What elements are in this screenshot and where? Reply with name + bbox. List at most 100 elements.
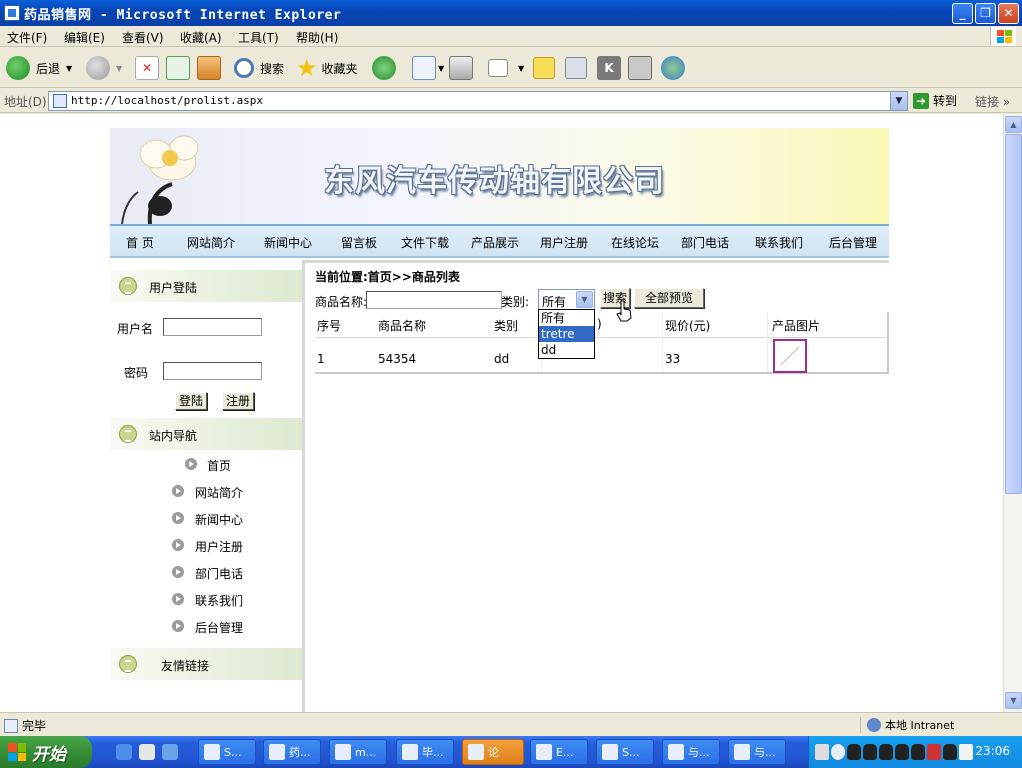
nav-news[interactable]: 新闻中心 bbox=[264, 234, 312, 251]
category-select[interactable]: 所有 ▼ bbox=[538, 289, 595, 310]
category-option-all[interactable]: 所有 bbox=[539, 310, 594, 326]
nav-contact[interactable]: 联系我们 bbox=[755, 234, 803, 251]
home-button[interactable] bbox=[197, 54, 221, 82]
menu-help[interactable]: 帮助(H) bbox=[296, 29, 338, 46]
desktop-quicklaunch-icon[interactable] bbox=[139, 744, 155, 760]
contacts-button[interactable] bbox=[661, 54, 685, 82]
qq-penguin-icon[interactable] bbox=[943, 744, 957, 760]
scroll-up-icon[interactable]: ▲ bbox=[1005, 116, 1022, 133]
start-button[interactable]: 开始 bbox=[0, 736, 92, 768]
chevron-down-icon[interactable]: ▼ bbox=[890, 92, 907, 110]
go-button[interactable]: ➜ 转到 bbox=[913, 92, 957, 109]
media-quicklaunch-icon[interactable] bbox=[162, 744, 178, 760]
qq-penguin-icon[interactable] bbox=[879, 744, 893, 760]
preview-all-button[interactable]: 全部预览 bbox=[634, 288, 704, 308]
history-button[interactable] bbox=[372, 54, 396, 82]
nav-home[interactable]: 首 页 bbox=[126, 234, 154, 251]
vertical-scrollbar[interactable]: ▲ ▼ bbox=[1003, 114, 1022, 712]
arrow-bullet-icon bbox=[185, 458, 197, 470]
taskbar-item[interactable]: 与... bbox=[728, 739, 786, 765]
taskbar-item[interactable]: E... bbox=[530, 739, 588, 765]
chevron-down-icon[interactable]: ▼ bbox=[576, 291, 593, 308]
taskbar-item[interactable]: m... bbox=[329, 739, 387, 765]
address-bar: 地址(D) http://localhost/prolist.aspx ▼ ➜ … bbox=[0, 89, 1022, 113]
research-button[interactable] bbox=[628, 54, 652, 82]
category-option-dd[interactable]: dd bbox=[539, 342, 594, 358]
qq-penguin-icon[interactable] bbox=[863, 744, 877, 760]
nav-guestbook[interactable]: 留言板 bbox=[341, 234, 377, 251]
side-nav-item-register[interactable]: 用户注册 bbox=[110, 536, 302, 556]
edit-icon bbox=[488, 59, 508, 77]
messenger-button[interactable] bbox=[565, 54, 587, 82]
qq-penguin-icon[interactable] bbox=[847, 744, 861, 760]
clock[interactable]: 23:06 bbox=[975, 744, 1010, 758]
menu-view[interactable]: 查看(V) bbox=[122, 29, 164, 46]
product-name-input[interactable] bbox=[366, 291, 502, 309]
forward-button[interactable]: ▼ bbox=[86, 54, 122, 82]
tool-k-button[interactable]: K bbox=[597, 54, 621, 82]
stop-button[interactable]: ✕ bbox=[135, 54, 159, 82]
menu-edit[interactable]: 编辑(E) bbox=[64, 29, 105, 46]
cell-name[interactable]: 54354 bbox=[378, 352, 416, 366]
edit-button[interactable]: ▼ bbox=[488, 54, 524, 82]
address-url[interactable]: http://localhost/prolist.aspx bbox=[71, 94, 263, 107]
chevron-down-icon[interactable]: ▼ bbox=[438, 64, 444, 73]
password-input[interactable] bbox=[163, 362, 262, 380]
nav-admin[interactable]: 后台管理 bbox=[829, 234, 877, 251]
mail-button[interactable]: ▼ bbox=[412, 54, 444, 82]
nav-forum[interactable]: 在线论坛 bbox=[611, 234, 659, 251]
nav-phone[interactable]: 部门电话 bbox=[681, 234, 729, 251]
scroll-down-icon[interactable]: ▼ bbox=[1005, 692, 1022, 709]
refresh-button[interactable] bbox=[166, 54, 190, 82]
k-tray-icon[interactable] bbox=[927, 744, 941, 760]
search-button[interactable]: 搜索 bbox=[234, 54, 284, 82]
taskbar-item[interactable]: 药... bbox=[263, 739, 321, 765]
side-nav-item-phone[interactable]: 部门电话 bbox=[110, 563, 302, 583]
chevron-left-icon[interactable] bbox=[831, 744, 845, 760]
username-input[interactable] bbox=[163, 318, 262, 336]
back-button[interactable]: 后退 ▼ bbox=[6, 54, 72, 82]
category-option-tretre[interactable]: tretre bbox=[539, 326, 594, 342]
qq-penguin-icon[interactable] bbox=[895, 744, 909, 760]
notes-button[interactable] bbox=[533, 54, 555, 82]
window-title-bar[interactable]: 药品销售网 - Microsoft Internet Explorer _ ❐ … bbox=[0, 0, 1022, 26]
keyboard-icon[interactable] bbox=[815, 744, 829, 760]
taskbar-item[interactable]: 毕... bbox=[396, 739, 454, 765]
nav-about[interactable]: 网站简介 bbox=[187, 234, 235, 251]
login-button[interactable]: 登陆 bbox=[175, 392, 208, 410]
register-button[interactable]: 注册 bbox=[222, 392, 255, 410]
nav-register[interactable]: 用户注册 bbox=[540, 234, 588, 251]
chevron-down-icon[interactable]: ▼ bbox=[66, 64, 72, 73]
taskbar-item[interactable]: S... bbox=[596, 739, 654, 765]
chevron-down-icon[interactable]: ▼ bbox=[116, 64, 122, 73]
scroll-thumb[interactable] bbox=[1005, 134, 1022, 494]
product-image-thumbnail[interactable] bbox=[773, 339, 807, 373]
menu-tools[interactable]: 工具(T) bbox=[238, 29, 279, 46]
links-button[interactable]: 链接 » bbox=[975, 93, 1010, 110]
side-nav-item-about[interactable]: 网站简介 bbox=[110, 482, 302, 502]
side-nav-item-news[interactable]: 新闻中心 bbox=[110, 509, 302, 529]
menu-file[interactable]: 文件(F) bbox=[7, 29, 47, 46]
menu-favorites[interactable]: 收藏(A) bbox=[180, 29, 222, 46]
taskbar-item-active[interactable]: 论 bbox=[462, 739, 524, 765]
side-nav-item-home[interactable]: 首页 bbox=[110, 455, 302, 475]
qq-penguin-icon[interactable] bbox=[911, 744, 925, 760]
network-icon[interactable] bbox=[959, 744, 973, 760]
close-button[interactable]: ✕ bbox=[998, 3, 1019, 24]
side-nav-item-admin[interactable]: 后台管理 bbox=[110, 617, 302, 637]
side-nav-item-contact[interactable]: 联系我们 bbox=[110, 590, 302, 610]
maximize-button[interactable]: ❐ bbox=[975, 3, 996, 24]
chevron-down-icon[interactable]: ▼ bbox=[518, 64, 524, 73]
star-icon: ★ bbox=[296, 54, 318, 82]
col-header-price: 现价(元) bbox=[665, 319, 711, 333]
address-input[interactable]: http://localhost/prolist.aspx ▼ bbox=[48, 91, 908, 111]
intranet-zone-icon bbox=[867, 718, 881, 732]
favorites-button[interactable]: ★ 收藏夹 bbox=[296, 54, 358, 82]
print-button[interactable] bbox=[449, 54, 473, 82]
ie-quicklaunch-icon[interactable] bbox=[116, 744, 132, 760]
taskbar-item[interactable]: S... bbox=[198, 739, 256, 765]
minimize-button[interactable]: _ bbox=[952, 3, 973, 24]
taskbar-item[interactable]: 与... bbox=[662, 739, 720, 765]
nav-downloads[interactable]: 文件下载 bbox=[401, 234, 449, 251]
nav-products[interactable]: 产品展示 bbox=[471, 234, 519, 251]
